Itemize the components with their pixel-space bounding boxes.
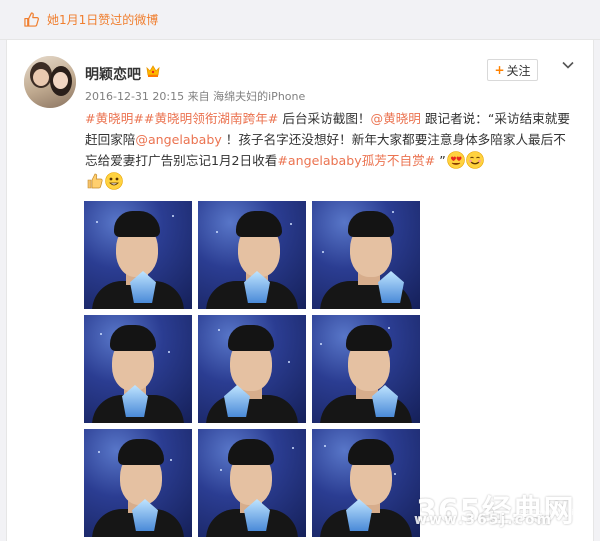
smile-emoji-icon <box>465 151 484 169</box>
post-timestamp[interactable]: 2016-12-31 20:15 <box>85 90 184 103</box>
post-text: #黄晓明##黄晓明领衔湖南跨年# 后台采访截图！@黄晓明 跟记者说：“采访结束就… <box>85 108 573 192</box>
avatar[interactable] <box>24 56 76 108</box>
post-image[interactable] <box>84 429 192 537</box>
post-image[interactable] <box>84 201 192 309</box>
liked-notice-text[interactable]: 她1月1日赞过的微博 <box>47 11 158 28</box>
plus-icon: + <box>494 63 505 77</box>
liked-notice-bar: 她1月1日赞过的微博 <box>0 0 600 40</box>
weibo-post-card: 明颖恋吧 + 关注 2016-12-31 20:15 来自 海绵夫妇的iPhon… <box>6 40 594 541</box>
thumbs-up-emoji-icon <box>87 173 103 189</box>
username[interactable]: 明颖恋吧 <box>85 64 141 84</box>
hashtag-link[interactable]: #angelababy孤芳不自赏# <box>277 153 435 168</box>
follow-button[interactable]: + 关注 <box>487 59 538 81</box>
post-text-segment: 后台采访截图！ <box>278 111 371 126</box>
post-image[interactable] <box>312 201 420 309</box>
mention-link[interactable]: @黄晓明 <box>371 111 421 126</box>
post-meta: 2016-12-31 20:15 来自 海绵夫妇的iPhone <box>85 88 305 104</box>
site-watermark: 365经典网 www.365j.com Fashion vote life <box>408 486 600 530</box>
post-image[interactable] <box>198 201 306 309</box>
mention-link[interactable]: @angelababy <box>135 132 221 147</box>
hashtag-link[interactable]: #黄晓明领衔湖南跨年# <box>144 111 278 126</box>
post-image[interactable] <box>312 315 420 423</box>
post-source[interactable]: 海绵夫妇的iPhone <box>213 90 305 103</box>
thumbs-up-icon <box>24 12 39 27</box>
post-image[interactable] <box>198 315 306 423</box>
follow-label: 关注 <box>506 63 531 78</box>
post-text-segment: ” <box>435 153 446 168</box>
chevron-down-icon[interactable] <box>561 58 575 72</box>
grin-emoji-icon <box>105 172 123 190</box>
post-image[interactable] <box>84 315 192 423</box>
source-prefix: 来自 <box>187 90 210 103</box>
watermark-tagline: Fashion vote life <box>516 508 582 517</box>
heart-eyes-emoji-icon <box>446 151 465 169</box>
post-image[interactable] <box>198 429 306 537</box>
vip-crown-icon <box>146 65 160 77</box>
post-image[interactable] <box>312 429 420 537</box>
hashtag-link[interactable]: #黄晓明# <box>85 111 144 126</box>
